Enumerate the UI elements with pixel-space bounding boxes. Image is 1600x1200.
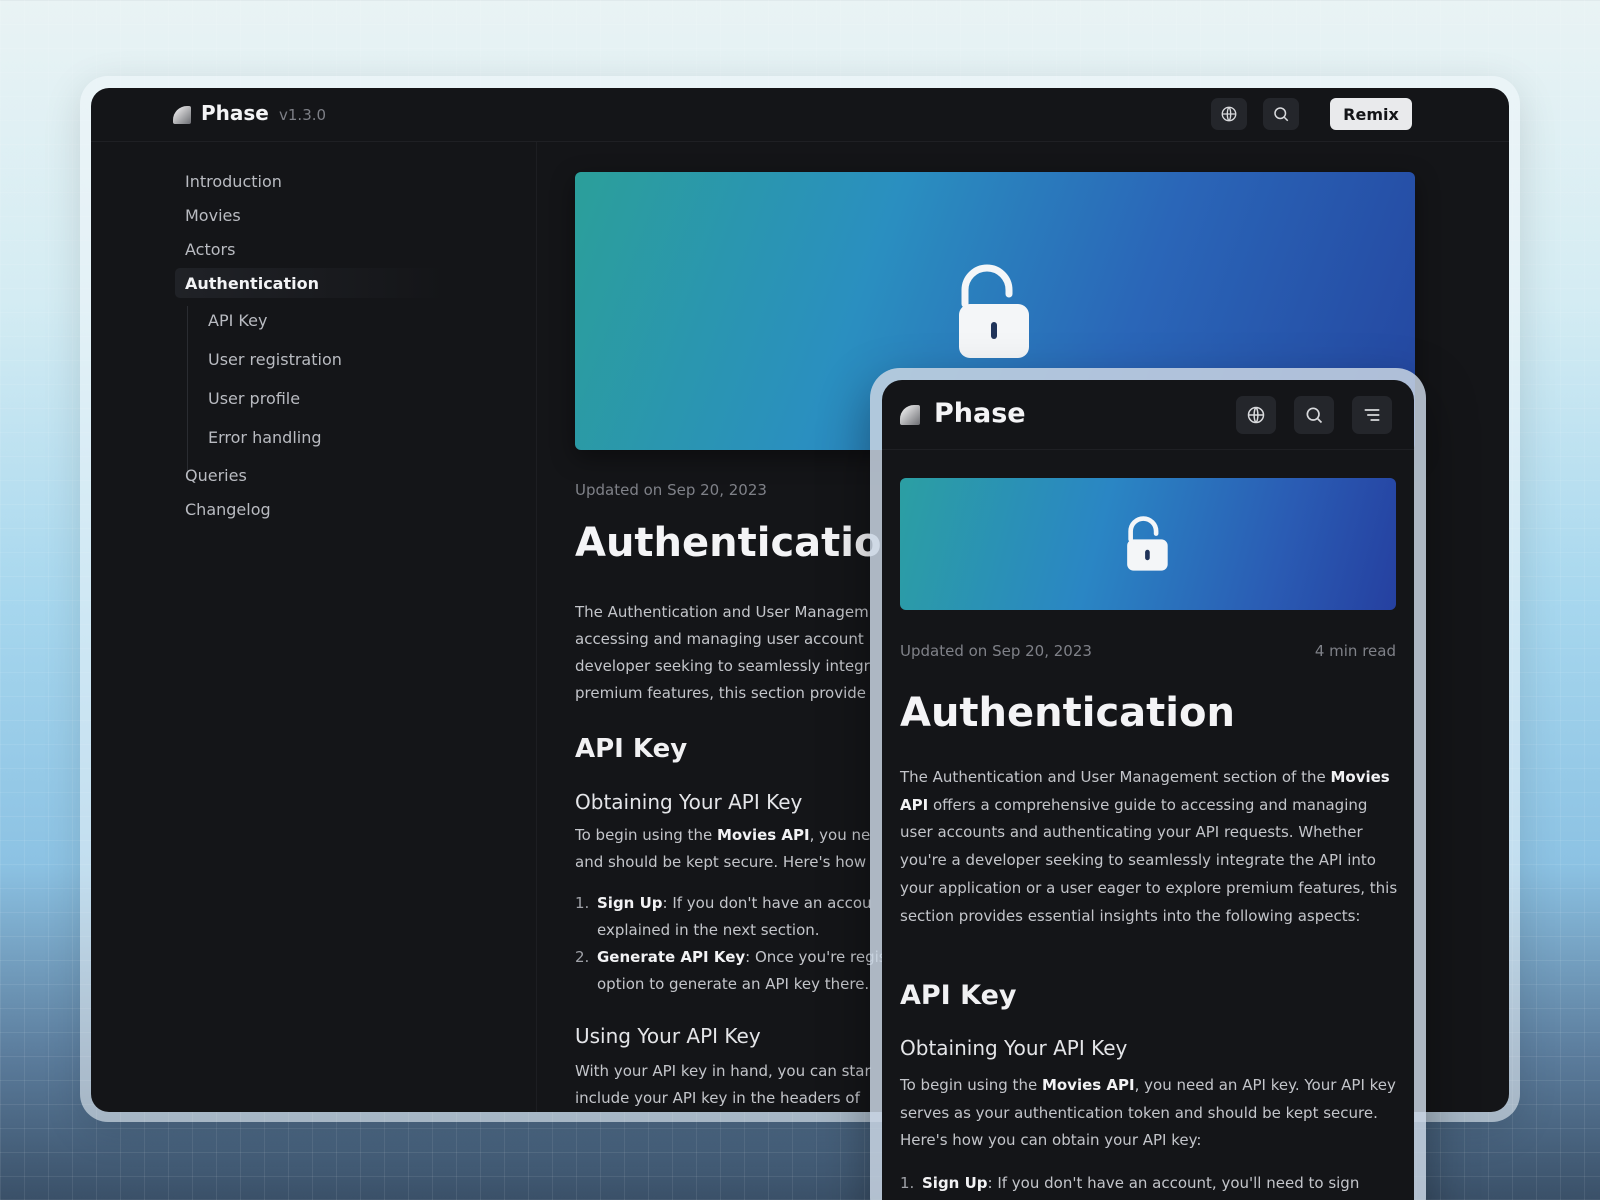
text: and should be kept secure. Here's how bbox=[575, 853, 867, 871]
text: : Once you're regis bbox=[745, 948, 887, 966]
mobile-section-heading-api-key: API Key bbox=[900, 980, 1017, 1011]
list-number: 1. bbox=[900, 1174, 915, 1192]
subnav-divider bbox=[187, 306, 188, 474]
subheading-obtaining: Obtaining Your API Key bbox=[575, 790, 803, 814]
mobile-brand-name[interactable]: Phase bbox=[934, 398, 1026, 429]
intro-paragraph: The Authentication and User Managem acce… bbox=[575, 599, 895, 707]
generate-key-emphasis: Generate API Key bbox=[597, 948, 746, 966]
globe-icon bbox=[1247, 406, 1265, 424]
mobile-search-button[interactable] bbox=[1294, 396, 1334, 434]
intro-line: The Authentication and User Managem bbox=[575, 603, 869, 621]
list-number: 2. bbox=[575, 948, 590, 966]
sidebar-item-queries[interactable]: Queries bbox=[185, 466, 247, 485]
mobile-subheading-obtaining: Obtaining Your API Key bbox=[900, 1036, 1128, 1060]
search-button[interactable] bbox=[1263, 98, 1299, 130]
text: To begin using the bbox=[900, 1076, 1042, 1094]
globe-icon bbox=[1221, 106, 1237, 122]
text: offers a comprehensive guide to accessin… bbox=[900, 795, 1398, 925]
phase-logo-icon bbox=[900, 405, 920, 425]
unlock-icon bbox=[1127, 516, 1168, 571]
remix-button[interactable]: Remix bbox=[1330, 98, 1412, 130]
subheading-using: Using Your API Key bbox=[575, 1024, 761, 1048]
mobile-intro-paragraph: The Authentication and User Management s… bbox=[900, 764, 1400, 930]
search-icon bbox=[1274, 107, 1289, 122]
sidebar-item-movies[interactable]: Movies bbox=[185, 206, 241, 225]
text: explained in the next section. bbox=[597, 921, 820, 939]
sidebar-item-actors[interactable]: Actors bbox=[185, 240, 235, 259]
sidebar-item-introduction[interactable]: Introduction bbox=[185, 172, 282, 191]
mobile-language-button[interactable] bbox=[1236, 396, 1276, 434]
sidebar-item-changelog[interactable]: Changelog bbox=[185, 500, 271, 519]
search-icon bbox=[1306, 407, 1323, 424]
mobile-menu-button[interactable] bbox=[1352, 396, 1392, 434]
list-item: Sign Up: If you don't have an accou expl… bbox=[597, 890, 895, 944]
text: The Authentication and User Management s… bbox=[900, 768, 1331, 786]
sidebar-item-user-registration[interactable]: User registration bbox=[208, 350, 342, 369]
mobile-list-item: Sign Up: If you don't have an account, y… bbox=[922, 1170, 1402, 1198]
mobile-obtaining-paragraph: To begin using the Movies API, you need … bbox=[900, 1072, 1400, 1155]
intro-line: developer seeking to seamlessly integr bbox=[575, 657, 870, 675]
menu-icon bbox=[1364, 409, 1380, 421]
list-item: Generate API Key: Once you're regis opti… bbox=[597, 944, 895, 998]
text: : If you don't have an account, you'll n… bbox=[987, 1174, 1360, 1192]
language-button[interactable] bbox=[1211, 98, 1247, 130]
movies-api-emphasis: Movies API bbox=[716, 826, 810, 844]
mobile-page-title: Authentication bbox=[900, 690, 1235, 736]
mobile-hero-banner bbox=[900, 478, 1396, 610]
intro-line: premium features, this section provide bbox=[575, 684, 867, 702]
obtaining-paragraph: To begin using the Movies API, you ne an… bbox=[575, 822, 895, 876]
sidebar-item-authentication[interactable]: Authentication bbox=[185, 274, 319, 293]
top-header: Phase v1.3.0 Remix bbox=[91, 88, 1509, 142]
read-time: 4 min read bbox=[1314, 642, 1396, 660]
mobile-header: Phase bbox=[882, 380, 1414, 450]
brand-name[interactable]: Phase bbox=[201, 101, 269, 125]
sidebar-item-api-key[interactable]: API Key bbox=[208, 311, 267, 330]
page-title: Authentication bbox=[575, 520, 910, 566]
sidebar-item-user-profile[interactable]: User profile bbox=[208, 389, 300, 408]
intro-line: accessing and managing user account bbox=[575, 630, 864, 648]
text: include your API key in the headers of bbox=[575, 1089, 860, 1107]
version-label: v1.3.0 bbox=[279, 106, 327, 124]
list-number: 1. bbox=[575, 894, 590, 912]
text: With your API key in hand, you can star bbox=[575, 1062, 871, 1080]
phase-logo-icon bbox=[173, 106, 191, 124]
unlock-icon bbox=[959, 264, 1029, 358]
updated-date: Updated on Sep 20, 2023 bbox=[575, 481, 767, 499]
using-paragraph: With your API key in hand, you can star … bbox=[575, 1058, 895, 1112]
mobile-window: Phase Updated on Sep 20, 2023 4 min read… bbox=[882, 380, 1414, 1200]
movies-api-emphasis: Movies API bbox=[1041, 1076, 1135, 1094]
text: , you ne bbox=[809, 826, 871, 844]
section-heading-api-key: API Key bbox=[575, 734, 688, 764]
text: To begin using the bbox=[575, 826, 717, 844]
sign-up-emphasis: Sign Up bbox=[922, 1174, 988, 1192]
sign-up-emphasis: Sign Up bbox=[597, 894, 663, 912]
text: : If you don't have an accou bbox=[662, 894, 872, 912]
sidebar-item-error-handling[interactable]: Error handling bbox=[208, 428, 322, 447]
mobile-updated-date: Updated on Sep 20, 2023 bbox=[900, 642, 1092, 660]
text: option to generate an API key there. bbox=[597, 975, 870, 993]
